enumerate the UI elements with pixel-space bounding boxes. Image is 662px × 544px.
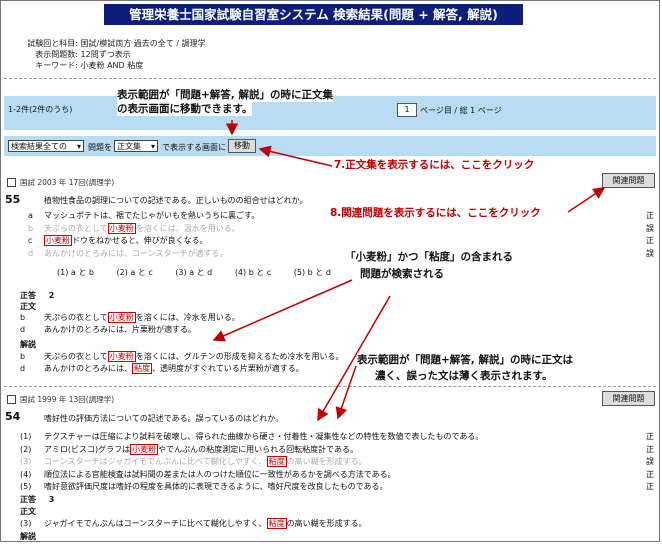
annotation-arrows — [212, 120, 606, 422]
annotation-search-line2: 問題が検索される — [360, 267, 444, 281]
arrow-to-related-button — [567, 187, 606, 213]
annotation-step8: 8.関連問題を表示するには、ここをクリック — [330, 206, 541, 220]
arrow-to-keyword-1 — [212, 279, 353, 342]
annotation-range-line1: 表示範囲が「問題+解答, 解説」の時に正文集 — [117, 88, 333, 102]
annotation-range-line2: の表示画面に移動できます。 — [117, 102, 253, 116]
arrow-to-move-button — [258, 145, 333, 167]
annotation-step7: 7.正文集を表示するには、ここをクリック — [334, 158, 535, 172]
annotation-display-line2: 濃く、誤った文は薄く表示されます。 — [375, 369, 553, 383]
arrow-to-gray-text — [335, 365, 357, 420]
annotation-search-line1: 「小麦粉」かつ「粘度」の含まれる — [345, 250, 513, 264]
annotation-display-line1: 表示範囲が「問題+解答, 解説」の時に正文は — [357, 353, 573, 367]
